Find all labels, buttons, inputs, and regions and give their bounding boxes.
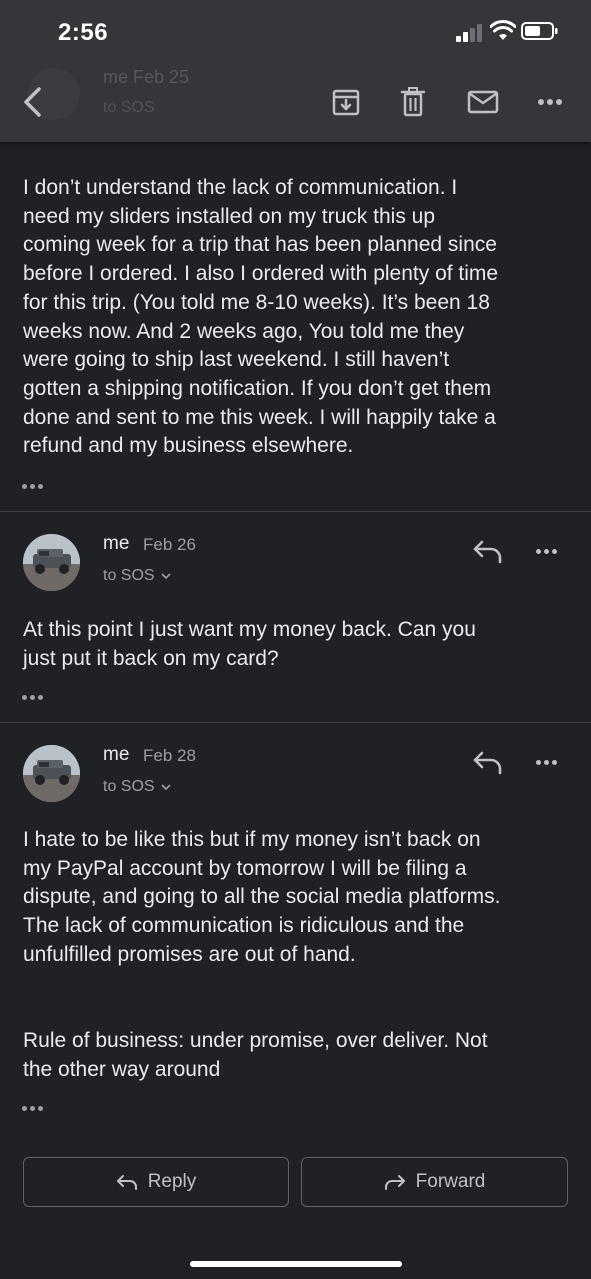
- dot-icon: [536, 759, 541, 765]
- message-divider: [0, 722, 591, 723]
- message-date: Feb 26: [143, 535, 196, 554]
- more-horizontal-icon: [538, 99, 562, 105]
- show-trimmed-content-button[interactable]: [22, 1101, 52, 1115]
- dot-icon: [38, 1105, 43, 1111]
- chevron-down-icon: [161, 784, 171, 791]
- cellular-signal-icon: [456, 22, 486, 42]
- mark-unread-button[interactable]: [462, 82, 504, 122]
- dot-icon: [544, 759, 549, 765]
- wifi-icon: [490, 20, 516, 40]
- battery-icon: [521, 22, 558, 40]
- message-date: Feb 28: [143, 746, 196, 765]
- archive-button[interactable]: [326, 82, 366, 122]
- recipient-label: to SOS: [103, 567, 155, 584]
- truck-photo-icon: [23, 745, 80, 802]
- scrolled-recipient-line: to SOS: [103, 99, 155, 116]
- recipient-label: to SOS: [103, 778, 155, 795]
- avatar[interactable]: [23, 745, 80, 802]
- trash-icon: [400, 87, 426, 117]
- dot-icon: [552, 759, 557, 765]
- delete-button[interactable]: [393, 82, 433, 122]
- dot-icon: [38, 483, 43, 489]
- message-divider: [0, 511, 591, 512]
- dot-icon: [22, 1105, 27, 1111]
- mail-icon: [467, 90, 499, 114]
- reply-icon[interactable]: [472, 538, 504, 564]
- dot-icon: [544, 548, 549, 554]
- home-indicator[interactable]: [190, 1261, 402, 1267]
- dot-icon: [30, 694, 35, 700]
- avatar[interactable]: [23, 534, 80, 591]
- forward-button-label: Forward: [415, 1171, 486, 1192]
- truck-photo-icon: [23, 534, 80, 591]
- dot-icon: [22, 483, 27, 489]
- dot-icon: [38, 694, 43, 700]
- reply-button[interactable]: Reply: [23, 1157, 289, 1207]
- message-body: I don’t understand the lack of communica…: [23, 176, 499, 458]
- show-trimmed-content-button[interactable]: [22, 690, 52, 704]
- status-time: 2:56: [58, 19, 109, 46]
- show-trimmed-content-button[interactable]: [22, 479, 52, 493]
- dot-icon: [22, 694, 27, 700]
- archive-icon: [332, 89, 360, 116]
- dot-icon: [552, 548, 557, 554]
- reply-icon: [116, 1175, 137, 1190]
- forward-button[interactable]: Forward: [301, 1157, 568, 1207]
- dot-icon: [30, 1105, 35, 1111]
- recipient-details-toggle[interactable]: to SOS: [103, 567, 171, 585]
- reply-button-label: Reply: [147, 1171, 197, 1192]
- dot-icon: [30, 483, 35, 489]
- more-options-button[interactable]: [530, 82, 570, 122]
- message-more-button[interactable]: [536, 757, 564, 767]
- recipient-details-toggle[interactable]: to SOS: [103, 778, 171, 796]
- app-bar: 2:56 me Feb 25 to SOS: [0, 0, 591, 142]
- chevron-down-icon: [161, 573, 171, 580]
- scrolled-sender-line: me Feb 25: [103, 67, 190, 87]
- status-bar: 2:56: [0, 0, 591, 62]
- sender-name: me: [103, 533, 130, 554]
- message-more-button[interactable]: [536, 546, 564, 556]
- sender-name: me: [103, 744, 130, 765]
- back-button[interactable]: [10, 80, 54, 124]
- reply-icon[interactable]: [472, 749, 504, 775]
- message-body: I hate to be like this but if my money i…: [23, 828, 501, 1081]
- message-body: At this point I just want my money back.…: [23, 618, 476, 670]
- dot-icon: [536, 548, 541, 554]
- chevron-left-icon: [24, 87, 41, 117]
- forward-icon: [384, 1175, 405, 1190]
